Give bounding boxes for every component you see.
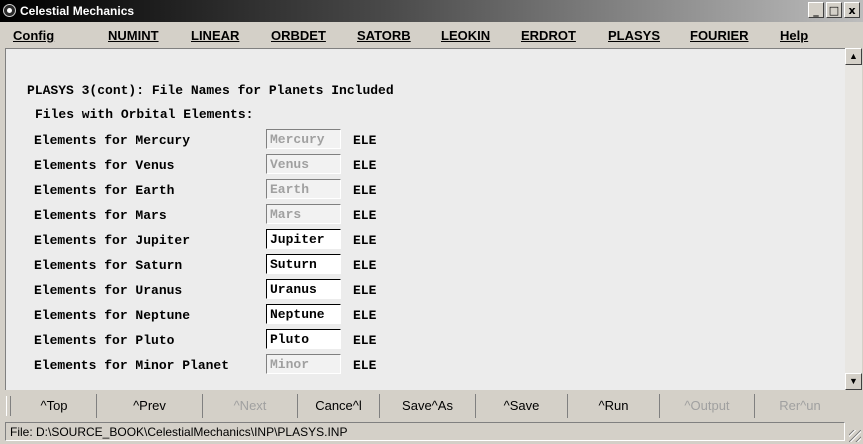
prev-button[interactable]: ^Prev — [97, 394, 203, 418]
row-mars: Elements for Mars Mars ELE — [6, 204, 606, 228]
window-controls: _ □ x — [808, 2, 860, 18]
menu-config[interactable]: Config — [13, 28, 54, 43]
mercury-file-input: Mercury — [266, 129, 341, 149]
save-button[interactable]: ^Save — [476, 394, 568, 418]
venus-file-input: Venus — [266, 154, 341, 174]
save-as-button[interactable]: Save^As — [380, 394, 476, 418]
window-title: Celestial Mechanics — [20, 4, 135, 18]
extension-label: ELE — [353, 283, 377, 298]
row-label: Elements for Neptune — [34, 308, 191, 323]
row-neptune: Elements for Neptune Neptune ELE — [6, 304, 606, 328]
menu-fourier[interactable]: FOURIER — [690, 28, 749, 43]
row-label: Elements for Venus — [34, 158, 175, 173]
next-button: ^Next — [203, 394, 298, 418]
menu-orbdet[interactable]: ORBDET — [271, 28, 326, 43]
earth-file-input: Earth — [266, 179, 341, 199]
form-panel: PLASYS 3(cont): File Names for Planets I… — [5, 48, 845, 390]
extension-label: ELE — [353, 358, 377, 373]
extension-label: ELE — [353, 183, 377, 198]
arrow-up-icon[interactable]: ▲ — [845, 48, 862, 65]
maximize-button[interactable]: □ — [826, 2, 842, 18]
extension-label: ELE — [353, 208, 377, 223]
section-label: Files with Orbital Elements: — [35, 107, 254, 122]
form-content: PLASYS 3(cont): File Names for Planets I… — [6, 49, 845, 390]
resize-grip-icon[interactable] — [849, 430, 861, 442]
extension-label: ELE — [353, 308, 377, 323]
extension-label: ELE — [353, 133, 377, 148]
action-toolbar: ^Top ^Prev ^Next Cance^l Save^As ^Save ^… — [0, 392, 863, 420]
status-bar: File: D:\SOURCE_BOOK\CelestialMechanics\… — [0, 420, 863, 444]
close-button[interactable]: x — [844, 2, 860, 18]
output-button: ^Output — [660, 394, 755, 418]
row-label: Elements for Mars — [34, 208, 167, 223]
extension-label: ELE — [353, 333, 377, 348]
neptune-file-input[interactable]: Neptune — [266, 304, 341, 324]
row-mercury: Elements for Mercury Mercury ELE — [6, 129, 606, 153]
menu-help[interactable]: Help — [780, 28, 808, 43]
menu-satorb[interactable]: SATORB — [357, 28, 411, 43]
extension-label: ELE — [353, 158, 377, 173]
status-file-path: File: D:\SOURCE_BOOK\CelestialMechanics\… — [5, 422, 845, 441]
row-earth: Elements for Earth Earth ELE — [6, 179, 606, 203]
row-saturn: Elements for Saturn Suturn ELE — [6, 254, 606, 278]
minimize-button[interactable]: _ — [808, 2, 824, 18]
row-label: Elements for Jupiter — [34, 233, 191, 248]
title-bar[interactable]: Celestial Mechanics _ □ x — [0, 0, 863, 22]
saturn-file-input[interactable]: Suturn — [266, 254, 341, 274]
row-minor-planet: Elements for Minor Planet Minor ELE — [6, 354, 606, 378]
row-jupiter: Elements for Jupiter Jupiter ELE — [6, 229, 606, 253]
row-label: Elements for Pluto — [34, 333, 175, 348]
menu-linear[interactable]: LINEAR — [191, 28, 239, 43]
toolbar-grip-icon[interactable] — [6, 396, 11, 416]
cancel-button[interactable]: Cance^l — [298, 394, 380, 418]
row-label: Elements for Earth — [34, 183, 175, 198]
menu-bar: Config NUMINT LINEAR ORBDET SATORB LEOKI… — [0, 23, 863, 47]
minor-planet-file-input: Minor — [266, 354, 341, 374]
extension-label: ELE — [353, 233, 377, 248]
rerun-button: Rer^un — [779, 398, 821, 413]
row-label: Elements for Minor Planet — [34, 358, 230, 373]
app-icon[interactable] — [3, 4, 16, 17]
row-uranus: Elements for Uranus Uranus ELE — [6, 279, 606, 303]
app-window: Celestial Mechanics _ □ x Config NUMINT … — [0, 0, 863, 444]
row-label: Elements for Saturn — [34, 258, 183, 273]
row-pluto: Elements for Pluto Pluto ELE — [6, 329, 606, 353]
run-button[interactable]: ^Run — [568, 394, 660, 418]
menu-plasys[interactable]: PLASYS — [608, 28, 660, 43]
menu-leokin[interactable]: LEOKIN — [441, 28, 490, 43]
pluto-file-input[interactable]: Pluto — [266, 329, 341, 349]
row-label: Elements for Mercury — [34, 133, 191, 148]
uranus-file-input[interactable]: Uranus — [266, 279, 341, 299]
menu-erdrot[interactable]: ERDROT — [521, 28, 576, 43]
mars-file-input: Mars — [266, 204, 341, 224]
vertical-scrollbar[interactable]: ▲ ▼ — [845, 48, 862, 390]
menu-numint[interactable]: NUMINT — [108, 28, 159, 43]
jupiter-file-input[interactable]: Jupiter — [266, 229, 341, 249]
page-title: PLASYS 3(cont): File Names for Planets I… — [27, 83, 394, 98]
arrow-down-icon[interactable]: ▼ — [845, 373, 862, 390]
row-label: Elements for Uranus — [34, 283, 183, 298]
top-button[interactable]: ^Top — [12, 394, 97, 418]
extension-label: ELE — [353, 258, 377, 273]
row-venus: Elements for Venus Venus ELE — [6, 154, 606, 178]
